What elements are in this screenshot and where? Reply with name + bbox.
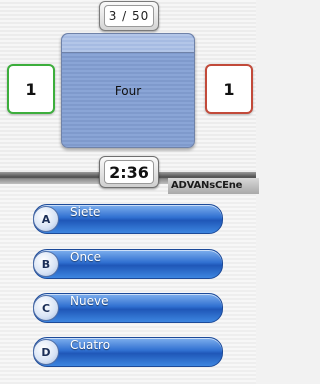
answer-text-d: Cuatro (70, 338, 111, 352)
player-score: 1 (7, 64, 55, 114)
question-counter-text: 3 / 50 (104, 5, 154, 27)
answer-text-c: Nueve (70, 294, 109, 308)
countdown-timer: 2:36 (99, 156, 159, 188)
watermark-logo: ADVANsCEne (168, 178, 259, 194)
answer-button-b[interactable]: B Once (33, 249, 223, 279)
answer-button-c[interactable]: C Nueve (33, 293, 223, 323)
question-card-tab (62, 34, 194, 53)
bottom-screen: A Siete B Once C Nueve D Cuatro (0, 192, 256, 384)
question-word: Four (114, 84, 142, 98)
opponent-score: 1 (205, 64, 253, 114)
answer-text-a: Siete (70, 205, 101, 219)
question-card: Four (61, 33, 195, 148)
answer-letter-b: B (33, 251, 59, 277)
answer-button-d[interactable]: D Cuatro (33, 337, 223, 367)
question-counter: 3 / 50 (99, 1, 159, 31)
answer-letter-a: A (33, 206, 59, 232)
countdown-timer-text: 2:36 (104, 160, 154, 184)
answer-letter-c: C (33, 295, 59, 321)
answer-letter-d: D (33, 339, 59, 365)
answer-text-b: Once (70, 250, 102, 264)
answer-button-a[interactable]: A Siete (33, 204, 223, 234)
